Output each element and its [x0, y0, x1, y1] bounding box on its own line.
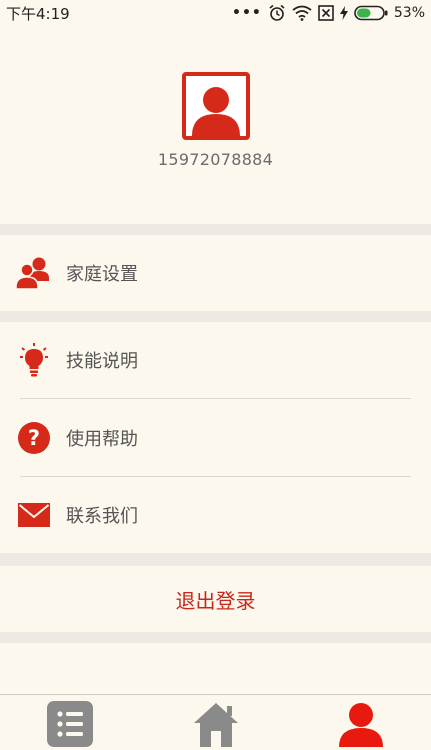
tab-home[interactable]	[191, 701, 241, 750]
alarm-icon	[269, 4, 285, 21]
logout-button[interactable]: 退出登录	[0, 566, 431, 632]
home-icon	[194, 703, 238, 747]
wifi-icon	[292, 5, 312, 21]
phone-number: 15972078884	[157, 150, 274, 169]
no-sim-icon	[318, 5, 334, 21]
menu-item-help[interactable]: ? 使用帮助	[0, 399, 431, 476]
bottom-tab-bar	[0, 694, 431, 749]
battery-icon	[354, 5, 388, 21]
user-avatar-icon	[191, 87, 240, 136]
menu-item-family-settings[interactable]: 家庭设置	[0, 235, 431, 311]
status-bar: 下午4:19 ••• 53%	[0, 0, 431, 26]
lightbulb-icon	[20, 343, 48, 377]
section-gap	[0, 224, 431, 235]
profile-header: 15972078884	[0, 26, 431, 224]
menu-label-contact: 联系我们	[66, 506, 138, 527]
family-icon	[16, 257, 49, 290]
list-icon	[47, 701, 93, 747]
status-time: 下午4:19	[6, 4, 70, 23]
menu-label-family-settings: 家庭设置	[66, 264, 138, 285]
mail-icon	[18, 503, 50, 527]
user-icon	[339, 703, 383, 747]
charging-icon	[339, 6, 348, 20]
more-dots-icon: •••	[232, 5, 262, 21]
avatar[interactable]	[181, 72, 250, 140]
menu-item-contact[interactable]: 联系我们	[0, 477, 431, 553]
svg-text:?: ?	[28, 426, 40, 450]
battery-percent: 53%	[393, 5, 425, 21]
section-gap	[0, 553, 431, 566]
section-gap	[0, 632, 431, 643]
question-icon: ?	[18, 421, 50, 454]
menu-label-skills: 技能说明	[66, 351, 138, 372]
tab-list[interactable]	[45, 701, 95, 750]
status-icons: ••• 53%	[232, 4, 425, 22]
section-gap	[0, 311, 431, 322]
tab-profile[interactable]	[336, 701, 386, 750]
menu-item-skills[interactable]: 技能说明	[0, 322, 431, 398]
menu-label-help: 使用帮助	[66, 428, 138, 450]
logout-label: 退出登录	[175, 588, 256, 613]
